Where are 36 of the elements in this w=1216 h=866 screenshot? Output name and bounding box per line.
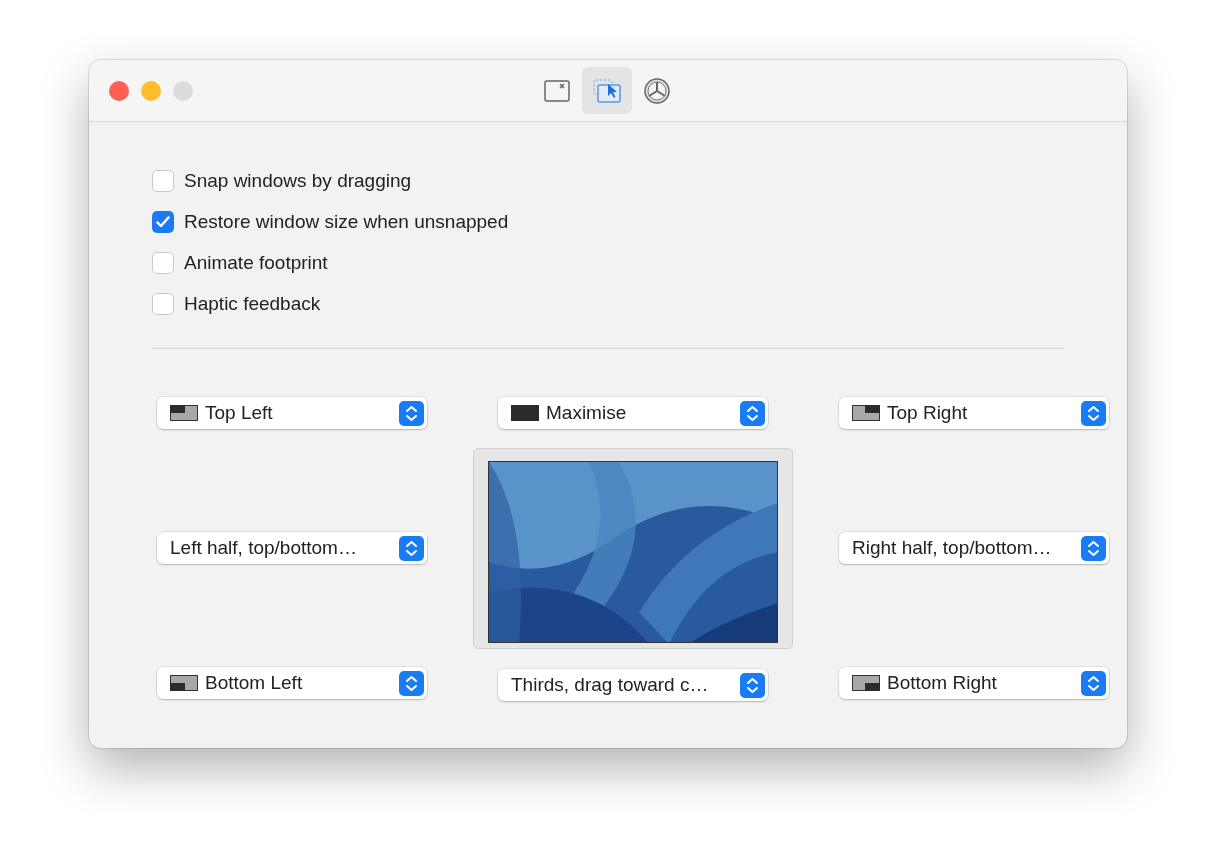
checkbox[interactable] xyxy=(152,211,174,233)
stepper-icon xyxy=(1081,535,1106,561)
layout-dropdown[interactable]: Left half, top/bottom… xyxy=(157,532,427,564)
window-cursor-icon xyxy=(593,78,621,103)
layout-preview-icon xyxy=(511,405,539,421)
keyboard-shortcut-icon xyxy=(544,79,570,102)
checkmark-icon xyxy=(156,216,170,228)
layout-dropdown[interactable]: Right half, top/bottom… xyxy=(839,532,1109,564)
layout-preview-icon xyxy=(170,405,198,421)
settings-icon xyxy=(644,77,670,104)
stepper-icon xyxy=(399,535,424,561)
toolbar-tab[interactable] xyxy=(582,67,632,114)
layout-preview-icon xyxy=(852,405,880,421)
minimize-button[interactable] xyxy=(141,80,161,101)
stepper-icon xyxy=(1081,400,1106,426)
stepper-icon xyxy=(399,670,424,696)
layout-dropdown[interactable]: Top Left xyxy=(157,397,427,429)
checkbox[interactable] xyxy=(152,293,174,315)
checkbox-label: Animate footprint xyxy=(184,250,328,275)
layout-dropdown[interactable]: Bottom Left xyxy=(157,667,427,699)
layout-dropdown[interactable]: Top Right xyxy=(839,397,1109,429)
checkbox-label: Haptic feedback xyxy=(184,291,321,316)
layout-dropdown[interactable]: Bottom Right xyxy=(839,667,1109,699)
close-button[interactable] xyxy=(109,80,129,101)
layout-preview-icon xyxy=(852,675,880,691)
checkbox-label: Snap windows by dragging xyxy=(184,168,412,193)
stepper-icon xyxy=(399,400,424,426)
stepper-icon xyxy=(740,672,765,698)
checkbox-label: Restore window size when unsnapped xyxy=(184,209,509,234)
stepper-icon xyxy=(740,400,765,426)
layout-dropdown[interactable]: Maximise xyxy=(498,397,768,429)
checkbox[interactable] xyxy=(152,252,174,274)
stepper-icon xyxy=(1081,670,1106,696)
layout-preview-icon xyxy=(170,675,198,691)
checkbox[interactable] xyxy=(152,170,174,192)
layout-dropdown[interactable]: Thirds, drag toward c… xyxy=(498,669,768,701)
